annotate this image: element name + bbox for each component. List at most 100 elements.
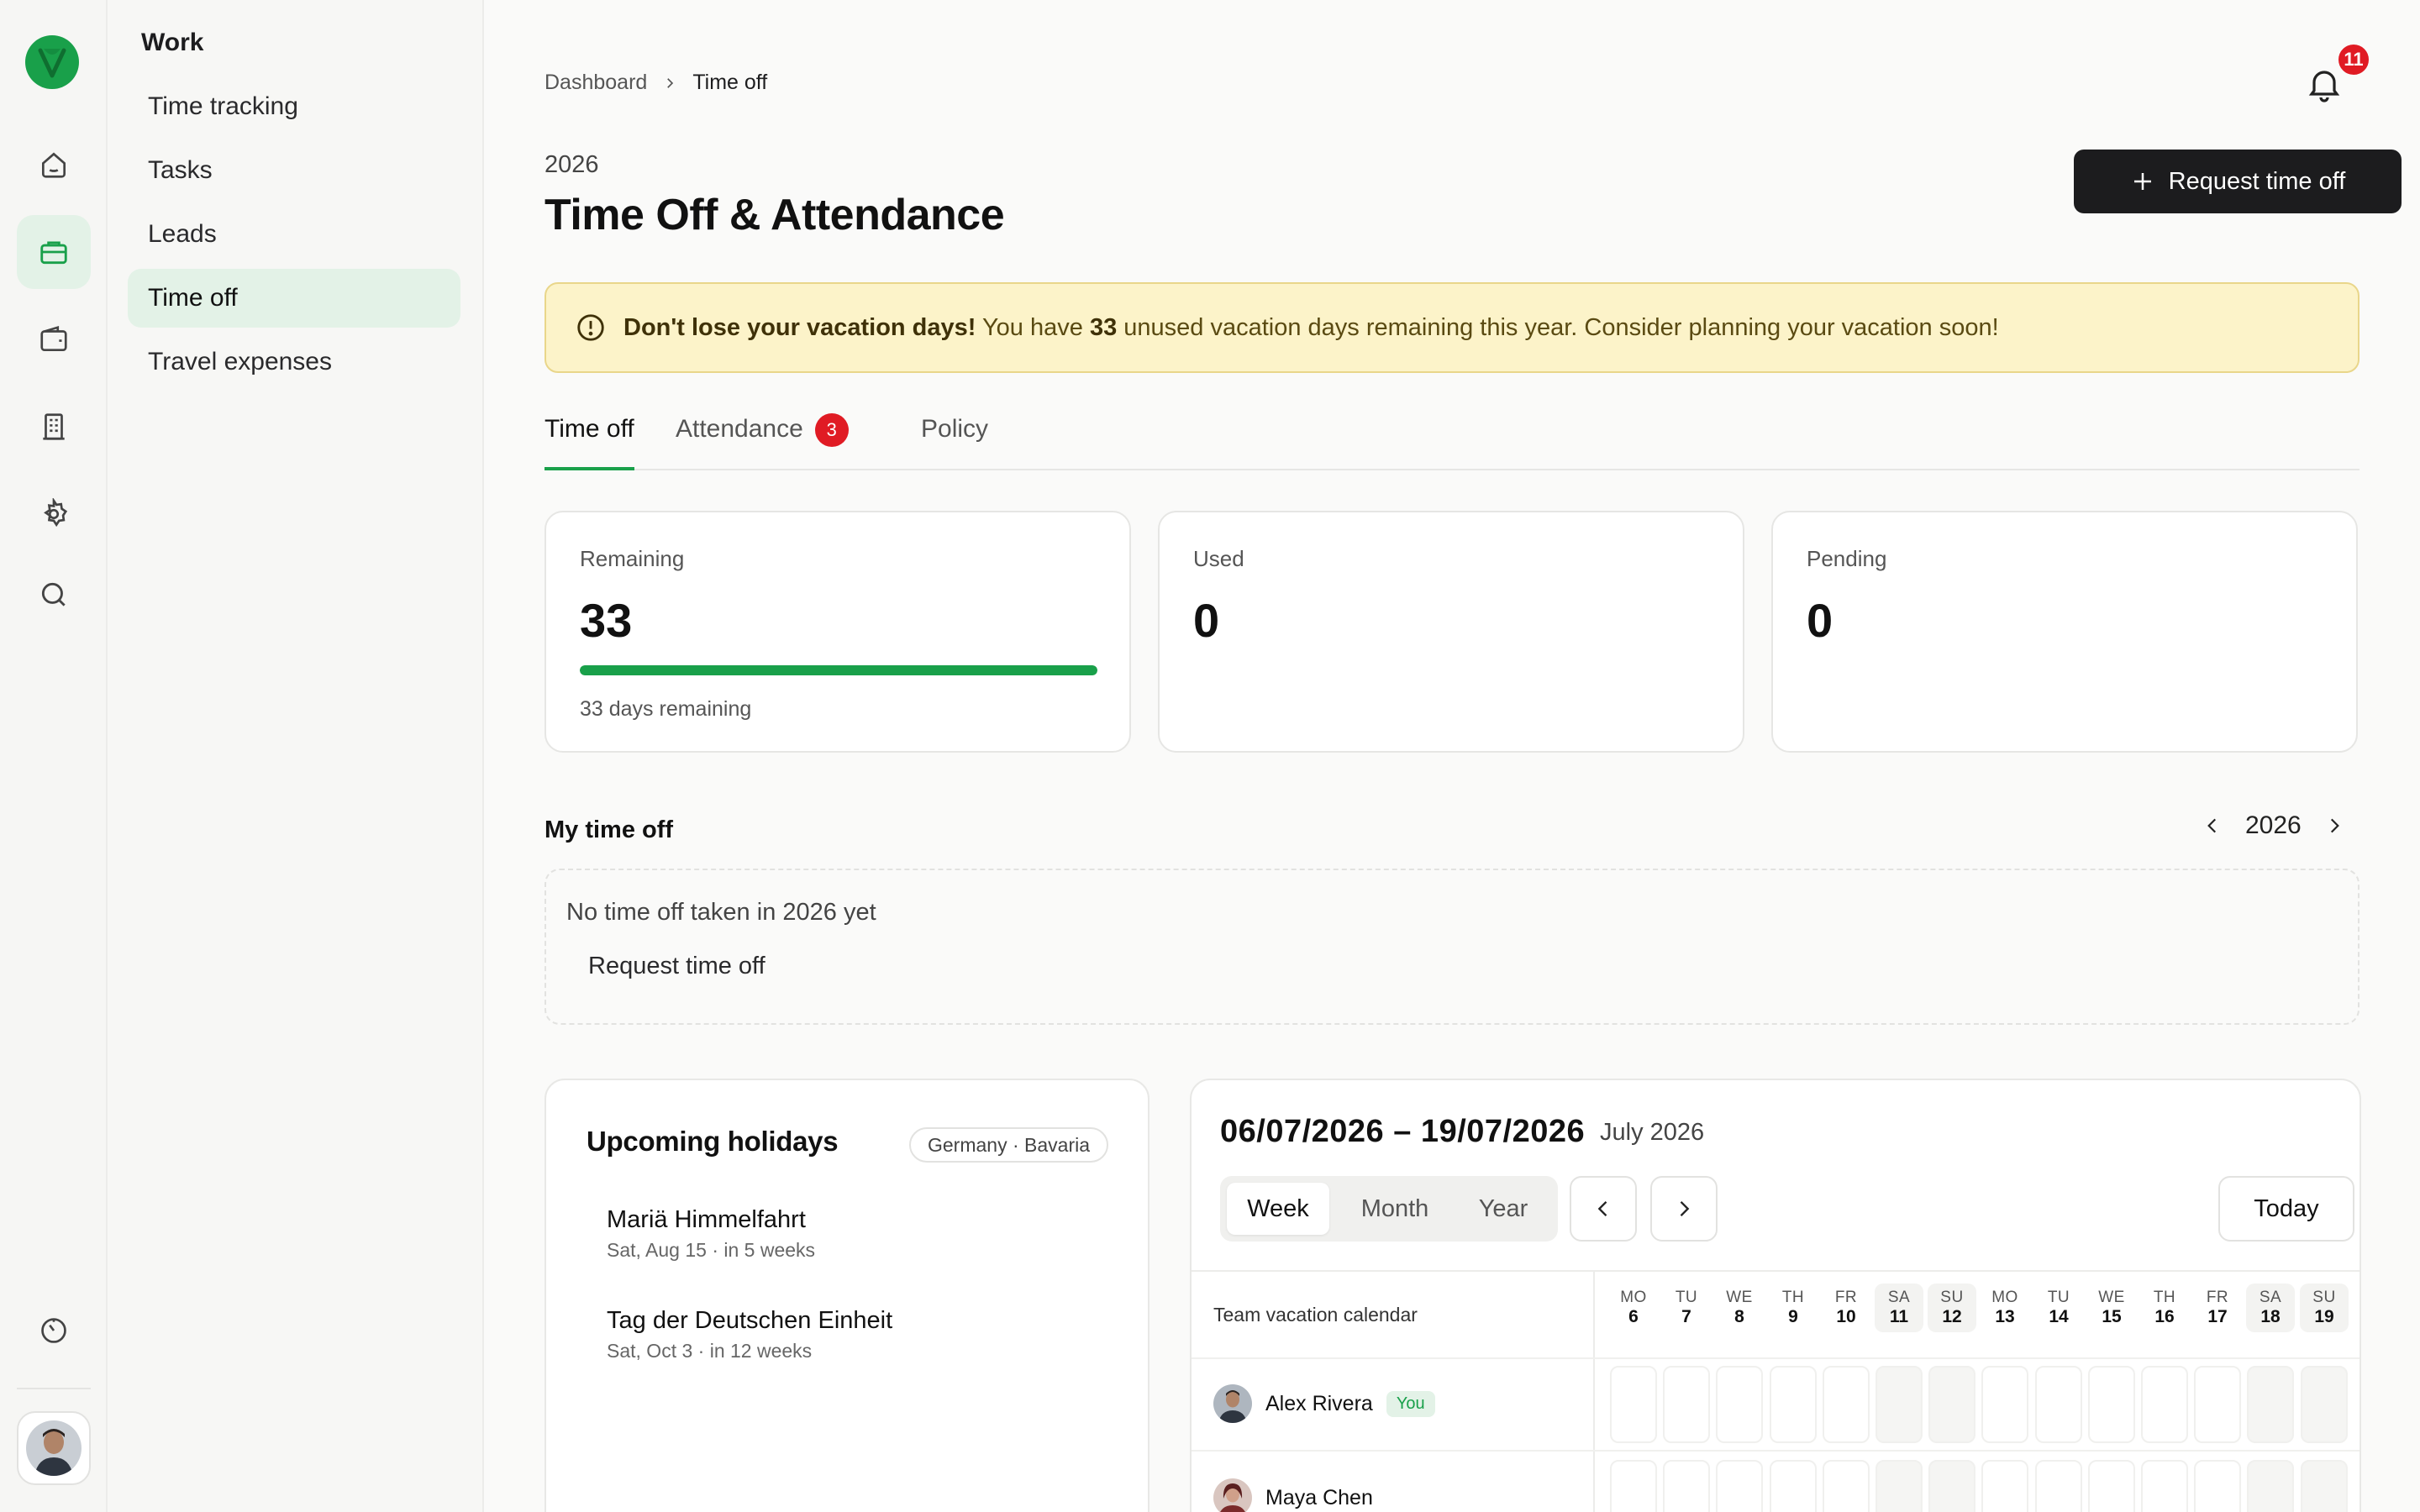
stat-label: Used <box>1193 546 1244 571</box>
my-time-off-title: My time off <box>544 816 674 843</box>
day-number: 12 <box>1942 1307 1962 1326</box>
chevron-left-icon <box>1597 1201 1607 1216</box>
calendar-day-cell[interactable] <box>2194 1460 2241 1512</box>
calendar-day-cell[interactable] <box>1770 1460 1817 1512</box>
calendar-prev-button[interactable] <box>1570 1176 1637 1242</box>
calendar-next-button[interactable] <box>1650 1176 1718 1242</box>
calendar-day-cell[interactable] <box>2301 1460 2348 1512</box>
calendar-day-cell[interactable] <box>1716 1460 1763 1512</box>
view-switcher: Week Month Year <box>1220 1176 1558 1242</box>
page-title: Time Off & Attendance <box>544 191 1005 239</box>
day-of-week: TH <box>1781 1289 1805 1306</box>
day-number: 10 <box>1836 1307 1856 1326</box>
calendar-day-cell[interactable] <box>1928 1460 1975 1512</box>
request-time-off-button[interactable]: Request time off <box>2074 150 2402 213</box>
app-logo[interactable] <box>25 35 79 89</box>
team-member-row[interactable]: Maya Chen <box>1213 1478 1373 1512</box>
sidebar-item-leads[interactable]: Leads <box>128 205 460 264</box>
day-number: 13 <box>1995 1307 2015 1326</box>
day-header: TH 9 <box>1769 1284 1818 1332</box>
sidebar-item-tasks[interactable]: Tasks <box>128 141 460 200</box>
day-header: TU 14 <box>2034 1284 2083 1332</box>
day-of-week: SA <box>1887 1289 1911 1306</box>
view-month-button[interactable]: Month <box>1343 1183 1447 1235</box>
view-year-button[interactable]: Year <box>1455 1183 1551 1235</box>
year-navigator: 2026 <box>2202 811 2345 840</box>
holidays-title: Upcoming holidays <box>587 1126 839 1157</box>
calendar-day-cell[interactable] <box>1716 1366 1763 1443</box>
tab-time-off[interactable]: Time off <box>544 410 634 470</box>
breadcrumb-dashboard[interactable]: Dashboard <box>544 71 647 95</box>
calendar-day-cell[interactable] <box>1663 1366 1710 1443</box>
request-time-off-link[interactable]: Request time off <box>588 953 765 980</box>
holiday-date: Sat, Aug 15 · in 5 weeks <box>607 1239 816 1261</box>
day-header: SU 12 <box>1928 1284 1976 1332</box>
stat-label: Remaining <box>580 546 685 571</box>
day-number: 19 <box>2314 1307 2334 1326</box>
day-header: WE 8 <box>1715 1284 1764 1332</box>
chevron-right-icon[interactable] <box>2323 815 2345 837</box>
chevron-right-icon <box>1680 1201 1690 1216</box>
region-chip[interactable]: Germany · Bavaria <box>909 1127 1109 1163</box>
alert-days: 33 <box>1089 313 1118 341</box>
calendar-day-cell[interactable] <box>1981 1366 2028 1443</box>
calendar-day-cell[interactable] <box>2194 1366 2241 1443</box>
tab-label: Attendance <box>676 415 803 443</box>
wallet-icon[interactable] <box>17 302 91 376</box>
team-member-row[interactable]: Alex Rivera You <box>1213 1384 1435 1423</box>
search-icon[interactable] <box>17 558 91 632</box>
calendar-day-cell[interactable] <box>2247 1366 2294 1443</box>
calendar-day-cell[interactable] <box>1876 1366 1923 1443</box>
calendar-day-cell[interactable] <box>2301 1366 2348 1443</box>
day-header: SA 18 <box>2246 1284 2295 1332</box>
calendar-day-cell[interactable] <box>1928 1366 1975 1443</box>
main-content: Dashboard Time off 11 2026 Time Off & At… <box>484 0 2420 1512</box>
calendar-day-cell[interactable] <box>1876 1460 1923 1512</box>
tab-attendance[interactable]: Attendance 3 <box>676 410 849 470</box>
calendar-day-cell[interactable] <box>1610 1366 1657 1443</box>
alert-circle-icon <box>577 314 604 341</box>
today-button[interactable]: Today <box>2218 1176 2354 1242</box>
day-of-week: FR <box>2206 1289 2229 1306</box>
rail-divider <box>17 1388 91 1389</box>
day-of-week: WE <box>1726 1289 1753 1306</box>
calendar-day-cell[interactable] <box>2141 1460 2188 1512</box>
calendar-day-cell[interactable] <box>1610 1460 1657 1512</box>
sidebar-section-title: Work <box>141 29 204 56</box>
bell-icon[interactable] <box>2304 64 2344 104</box>
day-of-week: MO <box>1620 1289 1647 1306</box>
calendar-day-cell[interactable] <box>1823 1366 1870 1443</box>
calendar-day-cell[interactable] <box>1823 1460 1870 1512</box>
chevron-left-icon[interactable] <box>2202 815 2223 837</box>
calendar-day-cell[interactable] <box>1981 1460 2028 1512</box>
user-avatar[interactable] <box>17 1411 91 1485</box>
calendar-day-cell[interactable] <box>1663 1460 1710 1512</box>
sidebar-item-label: Time off <box>148 284 238 312</box>
empty-time-off-box: No time off taken in 2026 yet Request ti… <box>544 869 2360 1025</box>
stat-value: 0 <box>1193 594 1220 647</box>
building-icon[interactable] <box>17 390 91 464</box>
alert-text: Don't lose your vacation days! You have … <box>623 314 1999 342</box>
chevron-right-icon <box>667 77 674 88</box>
calendar-day-cell[interactable] <box>2141 1366 2188 1443</box>
sidebar-item-time-tracking[interactable]: Time tracking <box>128 77 460 136</box>
view-week-button[interactable]: Week <box>1227 1183 1329 1235</box>
timer-icon[interactable] <box>17 1294 91 1368</box>
sidebar-item-travel-expenses[interactable]: Travel expenses <box>128 333 460 391</box>
calendar-day-cell[interactable] <box>2088 1366 2135 1443</box>
gear-icon[interactable] <box>17 477 91 551</box>
tab-policy[interactable]: Policy <box>921 410 988 470</box>
calendar-day-cell[interactable] <box>2035 1460 2082 1512</box>
empty-state-text: No time off taken in 2026 yet <box>566 899 876 926</box>
calendar-day-cell[interactable] <box>2088 1460 2135 1512</box>
briefcase-icon[interactable] <box>17 215 91 289</box>
day-number: 16 <box>2154 1307 2175 1326</box>
calendar-day-cell[interactable] <box>2035 1366 2082 1443</box>
calendar-day-cell[interactable] <box>1770 1366 1817 1443</box>
home-icon[interactable] <box>17 128 91 202</box>
holiday-item: Mariä Himmelfahrt Sat, Aug 15 · in 5 wee… <box>607 1206 815 1262</box>
calendar-day-cell[interactable] <box>2247 1460 2294 1512</box>
sidebar-item-label: Tasks <box>148 156 213 184</box>
member-avatar <box>1213 1384 1252 1423</box>
sidebar-item-time-off[interactable]: Time off <box>128 269 460 328</box>
